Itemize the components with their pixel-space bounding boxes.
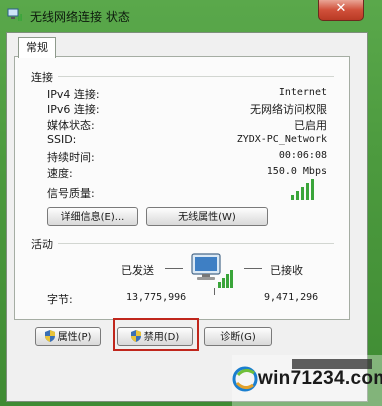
signal-strength-icon <box>291 179 314 200</box>
network-icon <box>7 8 22 21</box>
close-button[interactable]: ✕ <box>318 0 364 21</box>
ipv4-label: IPv4 连接: <box>47 88 100 101</box>
signal-bar <box>296 191 299 200</box>
status-window: 无线网络连接 状态 ✕ 常规 连接 IPv4 连接: Internet IPv6… <box>0 0 382 406</box>
details-button[interactable]: 详细信息(E)... <box>47 207 138 226</box>
highlight-box <box>113 318 199 351</box>
wireless-properties-button[interactable]: 无线属性(W) <box>146 207 268 226</box>
media-state-value: 已启用 <box>294 119 327 132</box>
window-title: 无线网络连接 状态 <box>30 10 130 24</box>
close-icon: ✕ <box>335 1 347 16</box>
activity-divider <box>58 243 334 244</box>
bytes-received-value: 9,471,296 <box>264 292 319 303</box>
connection-section-label: 连接 <box>31 71 53 84</box>
bytes-label: 字节: <box>47 293 73 306</box>
properties-button[interactable]: 属性(P) <box>35 327 101 346</box>
signal-bar <box>301 187 304 200</box>
speed-label: 速度: <box>47 167 73 180</box>
ssid-value: ZYDX-PC_Network <box>236 134 327 145</box>
ipv6-value: 无网络访问权限 <box>250 103 327 116</box>
activity-section-label: 活动 <box>31 238 53 251</box>
signal-bar <box>306 183 309 200</box>
signal-quality-label: 信号质量: <box>47 187 95 200</box>
properties-button-label: 属性(P) <box>57 332 92 343</box>
duration-value: 00:06:08 <box>278 150 327 161</box>
tab-general[interactable]: 常规 <box>18 37 56 58</box>
shield-icon <box>44 330 55 342</box>
speed-value: 150.0 Mbps <box>266 166 327 177</box>
signal-bar <box>291 195 294 200</box>
ipv6-label: IPv6 连接: <box>47 103 100 116</box>
ipv4-value: Internet <box>278 87 327 98</box>
received-label: 已接收 <box>270 264 303 277</box>
sent-connector <box>165 268 183 269</box>
received-connector <box>244 268 262 269</box>
bytes-sent-value: 13,775,996 <box>126 292 187 303</box>
diagnose-button[interactable]: 诊断(G) <box>204 327 272 346</box>
ssid-label: SSID: <box>47 133 77 146</box>
watermark-text: win71234.com <box>258 368 382 389</box>
title-bar[interactable]: 无线网络连接 状态 ✕ <box>0 0 382 30</box>
network-computers-icon <box>191 253 233 295</box>
duration-label: 持续时间: <box>47 151 95 164</box>
sent-label: 已发送 <box>121 264 154 277</box>
media-state-label: 媒体状态: <box>47 119 95 132</box>
signal-bar <box>311 179 314 200</box>
connection-divider <box>58 76 334 77</box>
